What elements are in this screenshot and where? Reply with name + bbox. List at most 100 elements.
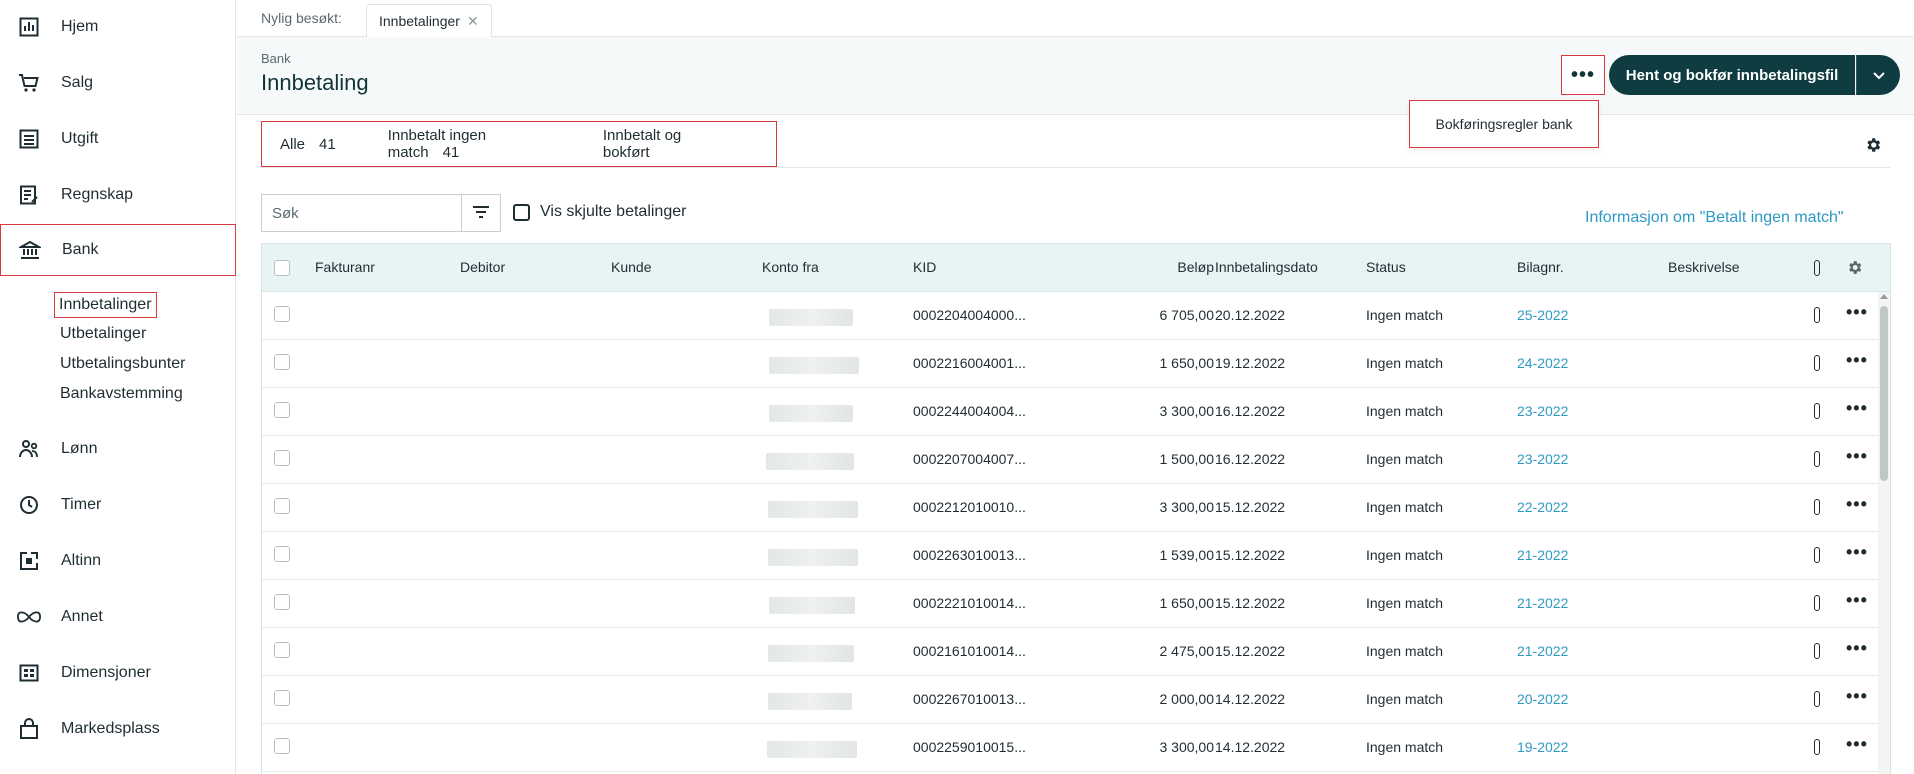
table-row[interactable]: 0002221010014... 1 650,00 15.12.2022 Ingen … [262,580,1890,628]
row-more-button[interactable]: ••• [1846,398,1868,419]
cell-bilag-link[interactable]: 21-2022 [1517,595,1568,611]
col-fakturanr[interactable]: Fakturanr [315,259,375,275]
row-more-button[interactable]: ••• [1846,590,1868,611]
more-options-button[interactable]: ••• [1561,55,1605,95]
recent-tab-innbetalinger[interactable]: Innbetalinger ✕ [366,4,492,37]
attachment-icon[interactable] [1814,307,1820,323]
col-beskrivelse[interactable]: Beskrivelse [1668,259,1740,275]
info-link[interactable]: Informasjon om "Betalt ingen match" [1585,209,1844,227]
nav-label: Altinn [61,552,102,569]
attachment-icon[interactable] [1814,403,1820,419]
row-checkbox[interactable] [274,546,290,562]
table-row[interactable]: 0002259010015... 3 300,00 14.12.2022 Ingen … [262,724,1890,772]
nav-item-timer[interactable]: Timer [0,479,236,531]
attachment-icon[interactable] [1814,739,1820,755]
row-checkbox[interactable] [274,450,290,466]
close-icon[interactable]: ✕ [467,13,479,30]
scroll-thumb[interactable] [1880,306,1888,481]
cell-bilag-link[interactable]: 24-2022 [1517,355,1568,371]
row-checkbox[interactable] [274,306,290,322]
nav-item-annet[interactable]: Annet [0,591,236,643]
cell-status: Ingen match [1366,739,1444,755]
sub-item-utbetalinger[interactable]: Utbetalinger [60,323,146,345]
dropdown-item-bokforingsregler[interactable]: Bokføringsregler bank [1409,100,1599,148]
col-kid[interactable]: KID [913,259,936,275]
table-row[interactable]: 0002207004007... 1 500,00 16.12.2022 Ingen … [262,436,1890,484]
row-checkbox[interactable] [274,402,290,418]
col-status[interactable]: Status [1366,259,1406,275]
row-checkbox[interactable] [274,594,290,610]
row-checkbox[interactable] [274,738,290,754]
nav-item-salg[interactable]: Salg [0,57,236,109]
attachment-icon[interactable] [1814,691,1820,707]
vertical-scrollbar[interactable] [1878,292,1890,774]
cell-kid: 0002216004001... [913,355,1026,371]
attachment-icon[interactable] [1814,451,1820,467]
row-checkbox[interactable] [274,690,290,706]
scroll-up-icon[interactable] [1880,294,1888,299]
fetch-payment-file-button[interactable]: Hent og bokfør innbetalingsfil [1609,55,1855,95]
row-more-button[interactable]: ••• [1846,638,1868,659]
col-debitor[interactable]: Debitor [460,259,505,275]
nav-item-hjem[interactable]: Hjem [0,1,236,53]
cell-bilag-link[interactable]: 19-2022 [1517,739,1568,755]
breadcrumb[interactable]: Bank [261,51,291,66]
col-belop[interactable]: Beløp [1144,259,1214,275]
attachment-icon[interactable] [1814,547,1820,563]
col-kunde[interactable]: Kunde [611,259,651,275]
search-input[interactable]: Søk [261,194,461,232]
col-bilagnr[interactable]: Bilagnr. [1517,259,1564,275]
table-row[interactable]: 0002216004001... 1 650,00 19.12.2022 Ingen … [262,340,1890,388]
attachment-icon[interactable] [1814,643,1820,659]
sub-item-innbetalinger[interactable]: Innbetalinger [54,292,157,318]
checkbox[interactable] [513,203,530,221]
nav-item-regnskap[interactable]: Regnskap [0,169,236,221]
cell-bilag-link[interactable]: 25-2022 [1517,307,1568,323]
sub-item-bankavstemming[interactable]: Bankavstemming [60,383,183,405]
cell-bilag-link[interactable]: 22-2022 [1517,499,1568,515]
show-hidden-payments-toggle[interactable]: Vis skjulte betalinger [513,203,686,221]
nav-item-dimensjoner[interactable]: Dimensjoner [0,647,236,699]
cell-bilag-link[interactable]: 21-2022 [1517,643,1568,659]
table-row[interactable]: 0002204004000... 6 705,00 20.12.2022 Ingen … [262,292,1890,340]
row-more-button[interactable]: ••• [1846,350,1868,371]
nav-item-utgift[interactable]: Utgift [0,113,236,165]
row-more-button[interactable]: ••• [1846,542,1868,563]
gear-icon[interactable] [1846,259,1863,280]
row-more-button[interactable]: ••• [1846,494,1868,515]
row-checkbox[interactable] [274,498,290,514]
filter-button[interactable] [461,194,501,232]
attachment-icon[interactable] [1814,355,1820,371]
table-row[interactable]: 0002212010010... 3 300,00 15.12.2022 Ingen … [262,484,1890,532]
row-more-button[interactable]: ••• [1846,302,1868,323]
cell-bilag-link[interactable]: 21-2022 [1517,547,1568,563]
tab-innbetalt-ingen-match[interactable]: Innbetalt ingen match 41 [388,127,551,161]
tab-alle[interactable]: Alle 41 [280,136,336,153]
nav-item-markedsplass[interactable]: Markedsplass [0,703,236,755]
col-konto-fra[interactable]: Konto fra [762,259,819,275]
nav-label: Bank [62,241,99,258]
table-row[interactable]: 0002161010014... 2 475,00 15.12.2022 Ingen … [262,628,1890,676]
sub-item-utbetalingsbunter[interactable]: Utbetalingsbunter [60,353,185,375]
row-checkbox[interactable] [274,642,290,658]
cell-bilag-link[interactable]: 20-2022 [1517,691,1568,707]
nav-item-altinn[interactable]: Altinn [0,535,236,587]
gear-icon[interactable] [1864,136,1882,158]
select-all-checkbox[interactable] [274,260,290,276]
row-more-button[interactable]: ••• [1846,446,1868,467]
row-more-button[interactable]: ••• [1846,734,1868,755]
cell-bilag-link[interactable]: 23-2022 [1517,451,1568,467]
table-row[interactable]: 0002263010013... 1 539,00 15.12.2022 Ingen … [262,532,1890,580]
row-more-button[interactable]: ••• [1846,686,1868,707]
attachment-icon[interactable] [1814,499,1820,515]
table-row[interactable]: 0002267010013... 2 000,00 14.12.2022 Ingen … [262,676,1890,724]
cell-bilag-link[interactable]: 23-2022 [1517,403,1568,419]
attachment-icon[interactable] [1814,595,1820,611]
nav-item-lonn[interactable]: Lønn [0,423,236,475]
nav-item-bank[interactable]: Bank [0,224,236,276]
table-row[interactable]: 0002244004004... 3 300,00 16.12.2022 Ingen … [262,388,1890,436]
col-innbetalingsdato[interactable]: Innbetalingsdato [1215,259,1318,275]
primary-dropdown-button[interactable] [1856,55,1900,95]
tab-innbetalt-og-bokfort[interactable]: Innbetalt og bokført [603,127,724,161]
row-checkbox[interactable] [274,354,290,370]
